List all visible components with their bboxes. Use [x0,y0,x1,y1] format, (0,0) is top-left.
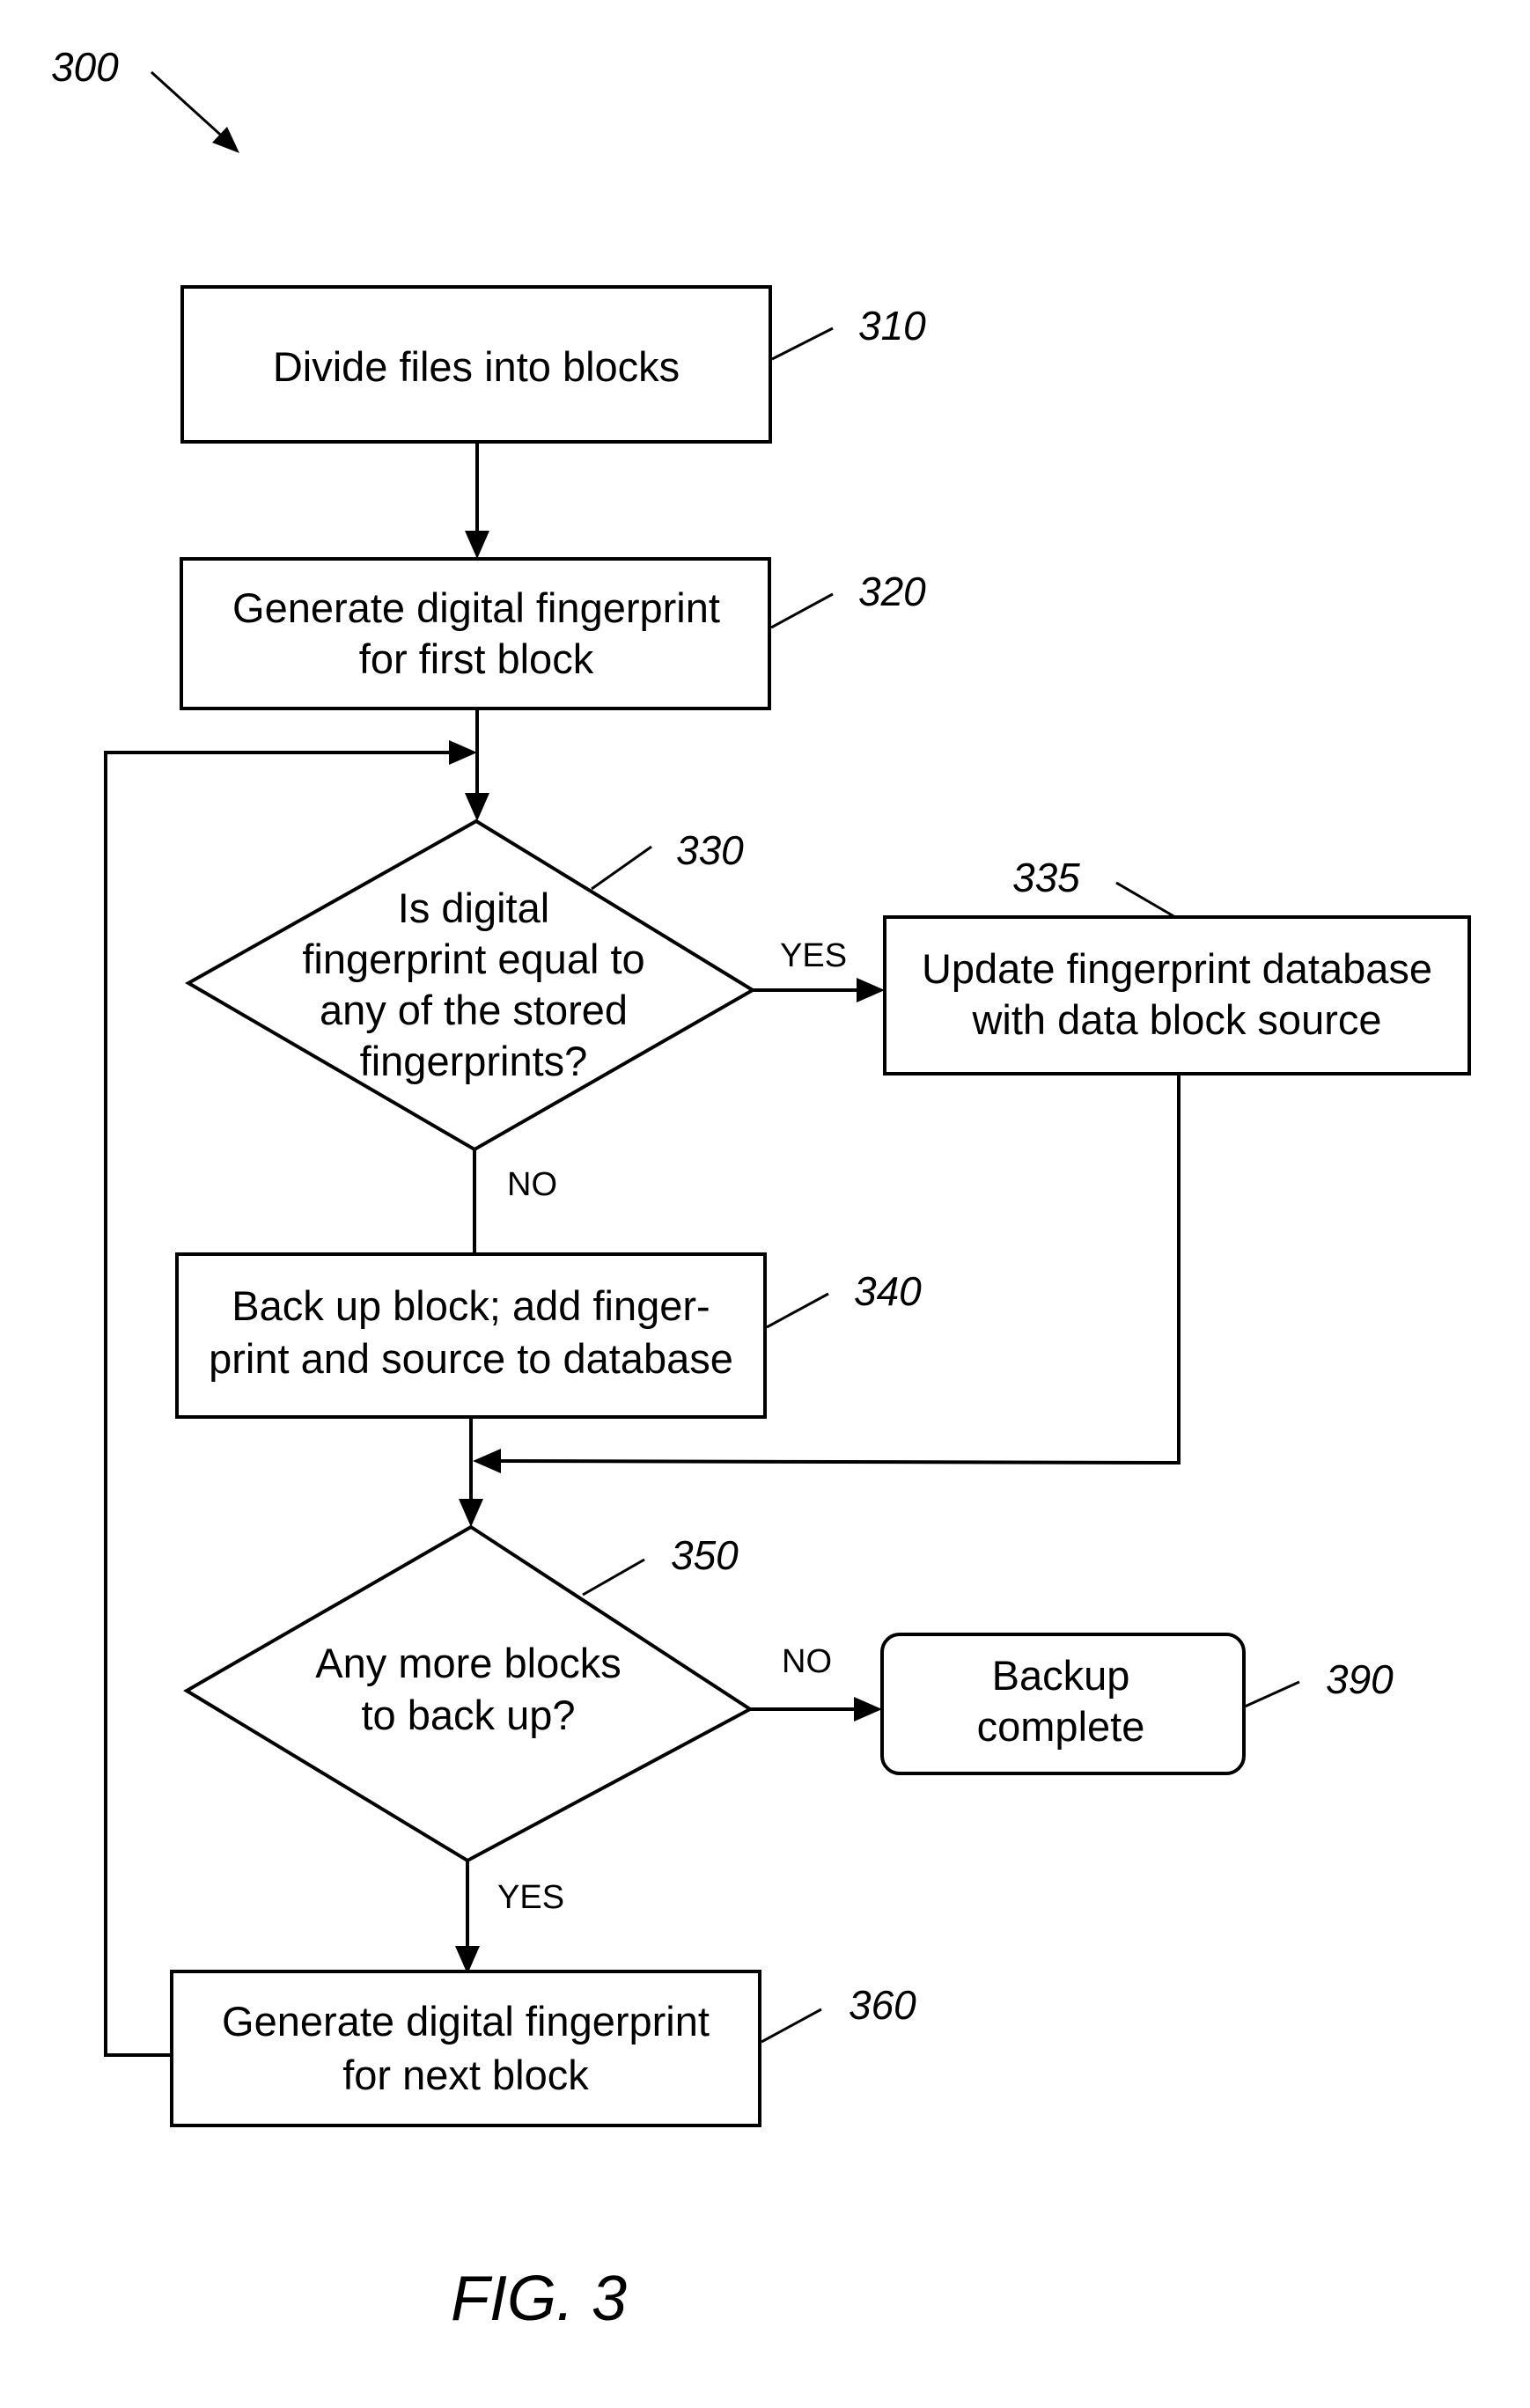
leader-360 [761,2008,822,2044]
node-340-text-line2: print and source to database [209,1335,733,1382]
edge-label-330-no: NO [507,1166,557,1203]
figure-ref-arrow [150,70,239,153]
leader-335 [1115,881,1176,919]
ref-350: 350 [671,1532,739,1578]
ref-330: 330 [676,827,744,873]
node-350-more-blocks-decision: Any more blocks to back up? [183,1524,754,1863]
edge-label-330-yes: YES [780,937,847,974]
node-390-text-line1: Backup [992,1652,1130,1699]
arrow-350-no-to-390 [750,1697,882,1722]
flowchart-canvas: 300 Divide files into blocks 310 Generat… [51,44,1471,2334]
node-330-text-line4: fingerprints? [360,1038,588,1084]
node-330-fingerprint-match-decision: Is digital fingerprint equal to any of t… [184,819,756,1152]
ref-390: 390 [1326,1656,1394,1702]
node-310-divide-files: Divide files into blocks [180,285,772,444]
node-330-text-line3: any of the stored [320,987,628,1033]
node-390-text-line2: complete [977,1703,1145,1750]
arrow-350-yes-to-360 [455,1861,480,1974]
node-330-text-line1: Is digital [398,885,549,931]
arrow-320-to-330 [465,708,489,821]
figure-caption: FIG. 3 [451,2264,627,2334]
node-335-text-line2: with data block source [971,996,1381,1043]
node-350-text-line1: Any more blocks [315,1640,621,1686]
node-350-text-line2: to back up? [361,1692,575,1738]
ref-335: 335 [1012,855,1080,900]
node-340-backup-block: Back up block; add finger- print and sou… [175,1252,767,1419]
leader-310 [771,327,834,361]
node-360-text-line1: Generate digital fingerprint [222,1998,710,2045]
ref-310: 310 [858,303,926,349]
node-360-next-fingerprint: Generate digital fingerprint for next bl… [170,1970,761,2127]
leader-320 [770,592,834,629]
node-320-text-line1: Generate digital fingerprint [232,584,720,631]
node-320-first-fingerprint: Generate digital fingerprint for first b… [180,557,771,710]
ref-340: 340 [854,1268,922,1314]
arrow-330-yes-to-335 [753,978,885,1002]
node-330-text-line2: fingerprint equal to [302,936,644,982]
leader-340 [766,1292,829,1329]
node-335-update-database: Update fingerprint database with data bl… [883,915,1471,1076]
leader-330 [591,845,652,891]
edge-label-350-no: NO [782,1643,832,1680]
ref-360: 360 [849,1982,916,2028]
node-335-text-line1: Update fingerprint database [922,945,1432,992]
node-320-text-line2: for first block [359,635,594,682]
edge-label-350-yes: YES [497,1879,564,1916]
arrow-310-to-320 [465,442,489,559]
ref-320: 320 [858,569,926,614]
leader-390 [1244,1680,1300,1708]
leader-350 [582,1558,645,1597]
figure-ref-label: 300 [51,44,119,90]
node-360-text-line2: for next block [342,2052,589,2098]
node-340-text-line1: Back up block; add finger- [232,1282,710,1329]
arrow-340-to-350 [459,1417,483,1527]
node-390-backup-complete: Backup complete [880,1633,1246,1775]
node-310-text: Divide files into blocks [273,343,680,390]
